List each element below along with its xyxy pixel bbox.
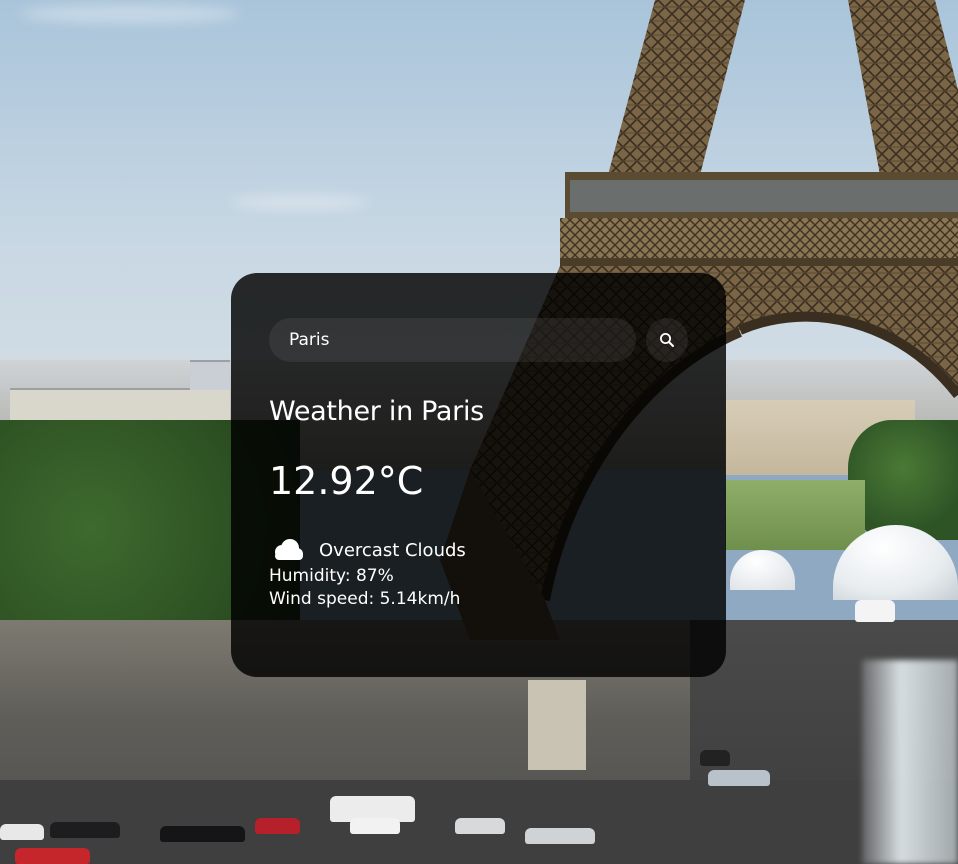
search-icon [660, 333, 675, 347]
condition-row: Overcast Clouds [269, 537, 688, 563]
weather-card: Weather in Paris 12.92°C Overcast Clouds… [231, 273, 726, 677]
search-button[interactable] [646, 318, 688, 362]
search-bar [269, 318, 688, 362]
cloud-icon [275, 539, 303, 560]
search-input[interactable] [269, 318, 637, 362]
humidity-text: Humidity: 87% [269, 566, 394, 586]
wind-speed-text: Wind speed: 5.14km/h [269, 589, 461, 609]
city-title: Weather in Paris [269, 396, 484, 427]
condition-text: Overcast Clouds [319, 539, 466, 561]
temperature: 12.92°C [269, 459, 424, 503]
